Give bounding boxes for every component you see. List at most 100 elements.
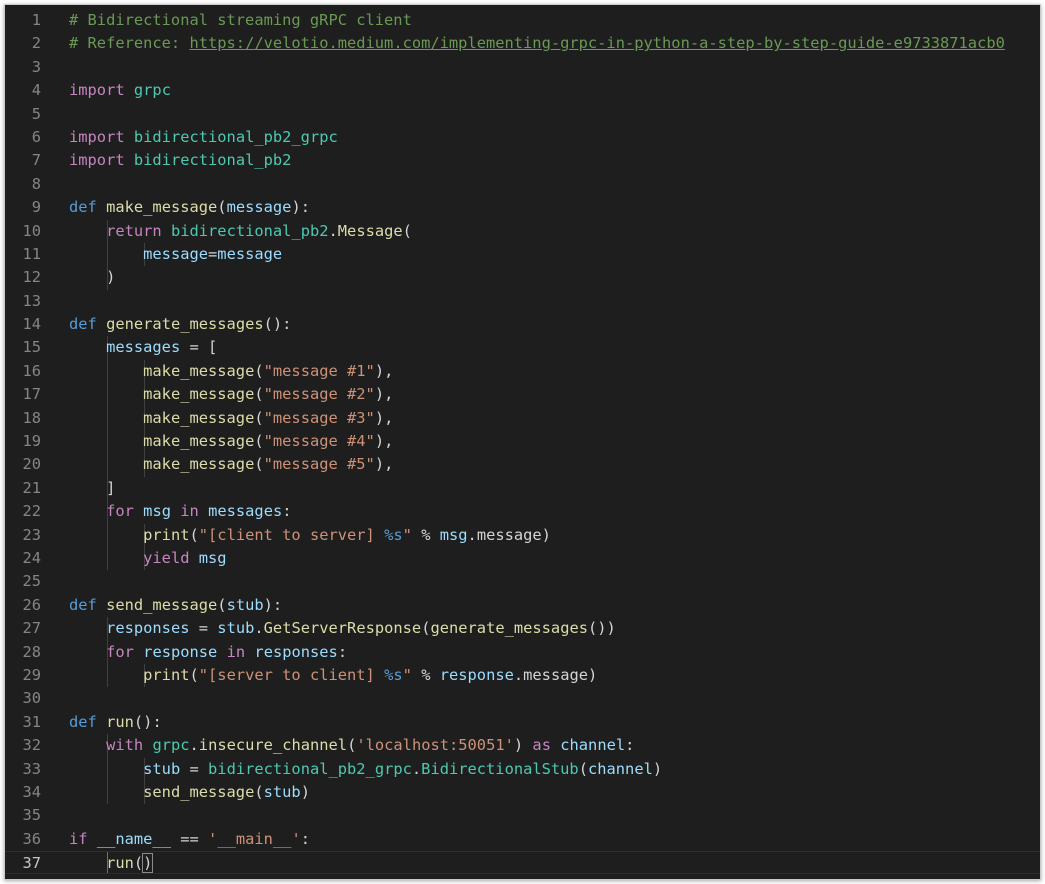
code-line[interactable]: 10 return bidirectional_pb2.Message( [5, 219, 1040, 243]
code-line[interactable]: 17 make_message("message #2"), [5, 383, 1040, 407]
code-text[interactable]: with grpc.insecure_channel('localhost:50… [69, 734, 634, 757]
code-line[interactable]: 9 def make_message(message): [5, 196, 1040, 219]
line-number: 14 [22, 315, 41, 334]
code-text[interactable]: import bidirectional_pb2_grpc [69, 126, 338, 149]
code-token: run [106, 712, 134, 731]
code-line[interactable]: 33 stub = bidirectional_pb2_grpc.Bidirec… [5, 757, 1040, 781]
code-text[interactable]: import grpc [69, 79, 171, 102]
reference-link[interactable]: https://velotio.medium.com/implementing-… [189, 34, 1004, 52]
code-text[interactable]: import bidirectional_pb2 [69, 149, 291, 172]
code-line[interactable]: 1 # Bidirectional streaming gRPC client [5, 9, 1040, 32]
code-line[interactable]: 36 if __name__ == '__main__': [5, 828, 1040, 851]
code-token: message [217, 244, 283, 263]
code-text[interactable]: yield msg [69, 547, 226, 570]
code-token: %s [384, 525, 403, 544]
code-text[interactable]: make_message("message #4"), [69, 430, 393, 453]
code-token: make_message [143, 455, 255, 474]
code-token: message [226, 198, 292, 217]
code-token: import [69, 151, 125, 170]
code-token: # Bidirectional streaming gRPC client [69, 11, 412, 29]
code-text[interactable]: run() [69, 852, 154, 875]
code-token: msg [143, 502, 171, 521]
code-line[interactable]: 19 make_message("message #4"), [5, 430, 1040, 454]
code-text[interactable]: ] [69, 477, 115, 500]
code-token: " [402, 665, 412, 684]
code-token: % [411, 665, 440, 684]
code-token: "message #4" [263, 432, 375, 451]
code-line[interactable]: 29 print("[server to client] %s" % respo… [5, 663, 1040, 688]
code-line[interactable]: 24 yield msg [5, 546, 1040, 571]
code-line[interactable]: 12 ) [5, 266, 1040, 290]
code-line[interactable]: 14 def generate_messages(): [5, 313, 1040, 336]
code-line[interactable]: 15 messages = [ [5, 336, 1040, 360]
code-text[interactable]: def generate_messages(): [69, 313, 291, 336]
code-token: ( [189, 665, 199, 684]
code-line[interactable]: 31 def run(): [5, 711, 1040, 734]
code-line[interactable]: 4 import grpc [5, 79, 1040, 102]
code-line[interactable]: 32 with grpc.insecure_channel('localhost… [5, 734, 1040, 758]
code-token: response [439, 665, 514, 684]
code-text[interactable]: if __name__ == '__main__': [69, 828, 310, 851]
code-token: generate_messages [430, 619, 588, 638]
code-line[interactable]: 26 def send_message(stub): [5, 594, 1040, 617]
code-token: 'localhost:50051' [356, 736, 514, 755]
code-text[interactable]: send_message(stub) [69, 781, 310, 804]
code-token: channel [560, 736, 626, 755]
line-number: 2 [31, 34, 41, 53]
code-line[interactable]: 35 [5, 804, 1040, 827]
code-line[interactable]: 34 send_message(stub) [5, 780, 1040, 805]
code-text[interactable]: message=message [69, 243, 282, 266]
code-line[interactable]: 18 make_message("message #3"), [5, 406, 1040, 431]
code-token: ( [189, 525, 199, 544]
code-line[interactable]: 5 [5, 103, 1040, 126]
code-line[interactable]: 30 [5, 687, 1040, 710]
line-number: 10 [22, 221, 41, 240]
code-line[interactable]: 27 responses = stub.GetServerResponse(ge… [5, 617, 1040, 641]
code-text[interactable]: messages = [ [69, 336, 217, 359]
code-line[interactable]: 7 import bidirectional_pb2 [5, 149, 1040, 172]
code-line[interactable]: 13 [5, 290, 1040, 313]
code-line[interactable]: 20 make_message("message #5"), [5, 453, 1040, 477]
code-line[interactable]: 3 [5, 56, 1040, 79]
code-text[interactable]: ) [69, 266, 115, 289]
code-text[interactable]: make_message("message #1"), [69, 360, 393, 383]
code-text[interactable]: # Reference: https://velotio.medium.com/… [69, 32, 1005, 55]
code-text[interactable]: def send_message(stub): [69, 594, 282, 617]
code-text[interactable]: return bidirectional_pb2.Message( [69, 220, 412, 243]
code-text[interactable]: make_message("message #5"), [69, 453, 393, 476]
code-line[interactable]: 22 for msg in messages: [5, 500, 1040, 524]
code-line[interactable]: 2 # Reference: https://velotio.medium.com… [5, 32, 1040, 55]
code-text[interactable]: def make_message(message): [69, 196, 310, 219]
code-text[interactable]: def run(): [69, 711, 162, 734]
code-text[interactable]: for msg in messages: [69, 500, 291, 523]
code-text[interactable]: responses = stub.GetServerResponse(gener… [69, 617, 616, 640]
line-number: 6 [31, 127, 41, 146]
code-text[interactable]: make_message("message #2"), [69, 383, 393, 406]
code-line[interactable]: 28 for response in responses: [5, 640, 1040, 664]
code-text[interactable]: print("[server to client] %s" % response… [69, 664, 597, 687]
code-text[interactable]: for response in responses: [69, 641, 347, 664]
line-number: 23 [22, 525, 41, 544]
code-editor[interactable]: 1 # Bidirectional streaming gRPC client 2 #… [5, 9, 1040, 879]
code-text[interactable]: make_message("message #3"), [69, 407, 393, 430]
code-token: for [106, 642, 134, 661]
code-text[interactable]: stub = bidirectional_pb2_grpc.Bidirectio… [69, 758, 662, 781]
code-line[interactable]: 23 print("[client to server] %s" % msg.m… [5, 523, 1040, 547]
code-line[interactable]: 8 [5, 173, 1040, 196]
code-line[interactable]: 37 run() [5, 851, 1040, 875]
code-line[interactable]: 6 import bidirectional_pb2_grpc [5, 126, 1040, 149]
line-number: 20 [22, 455, 41, 474]
code-token: ( [347, 736, 357, 755]
code-line[interactable]: 11 message=message [5, 242, 1040, 267]
code-line[interactable]: 21 ] [5, 476, 1040, 501]
code-text[interactable]: print("[client to server] %s" % msg.mess… [69, 524, 551, 547]
code-text[interactable]: # Bidirectional streaming gRPC client [69, 9, 412, 32]
code-line[interactable]: 25 [5, 570, 1040, 593]
code-token: . [189, 736, 199, 755]
code-line[interactable]: 16 make_message("message #1"), [5, 359, 1040, 384]
code-token: ()) [588, 619, 616, 638]
